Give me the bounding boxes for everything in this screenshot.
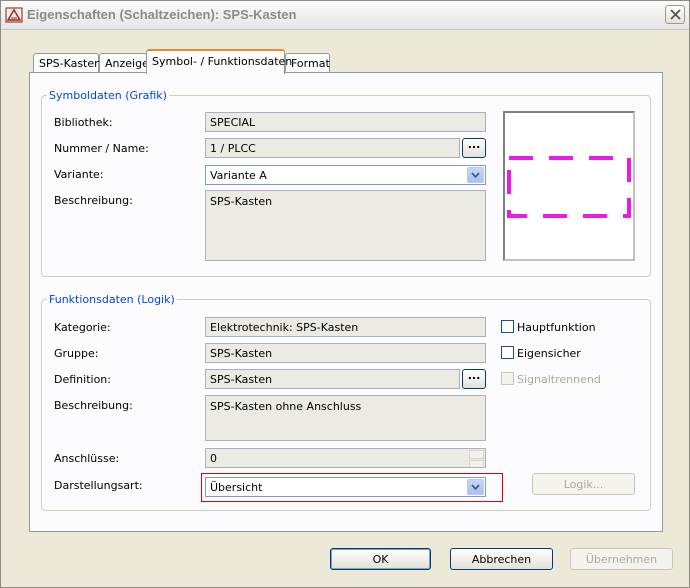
hauptfunktion-checkbox[interactable] xyxy=(501,320,514,333)
symbol-beschreibung-label: Beschreibung: xyxy=(54,194,133,207)
close-icon xyxy=(669,9,681,20)
anschluesse-stepper: 0 xyxy=(205,448,486,468)
window-title: Eigenschaften (Schaltzeichen): SPS-Kaste… xyxy=(27,7,297,22)
tab-symbol-funktionsdaten[interactable]: Symbol- / Funktionsdaten xyxy=(146,49,292,74)
title-bar: Eigenschaften (Schaltzeichen): SPS-Kaste… xyxy=(1,1,689,30)
close-button[interactable] xyxy=(665,5,685,24)
nummer-name-field: 1 / PLCC xyxy=(205,138,460,158)
properties-dialog: Eigenschaften (Schaltzeichen): SPS-Kaste… xyxy=(0,0,690,588)
signaltrennend-label: Signaltrennend xyxy=(517,373,601,386)
eigensicher-label: Eigensicher xyxy=(517,347,581,360)
bibliothek-label: Bibliothek: xyxy=(54,116,113,129)
symbol-beschreibung-field: SPS-Kasten xyxy=(205,190,486,261)
kategorie-field: Elektrotechnik: SPS-Kasten xyxy=(205,317,486,337)
tab-anzeige[interactable]: Anzeige xyxy=(99,53,149,72)
anschluesse-label: Anschlüsse: xyxy=(54,452,120,465)
abbrechen-button[interactable]: Abbrechen xyxy=(450,548,553,570)
variante-dropdown-arrow[interactable] xyxy=(467,167,484,183)
nummer-browse-button[interactable]: ... xyxy=(462,138,486,158)
ok-button[interactable]: OK xyxy=(330,548,431,570)
tab-sps-kasten[interactable]: SPS-Kasten xyxy=(33,53,101,72)
logik-button[interactable]: Logik... xyxy=(532,473,635,495)
definition-field: SPS-Kasten xyxy=(205,369,460,389)
funktion-beschreibung-label: Beschreibung: xyxy=(54,399,133,412)
chevron-down-icon xyxy=(471,172,480,179)
bibliothek-field: SPECIAL xyxy=(205,112,486,132)
definition-browse-button[interactable]: ... xyxy=(462,369,486,389)
hauptfunktion-label: Hauptfunktion xyxy=(517,321,596,334)
spin-down-icon xyxy=(469,460,484,467)
variante-value: Variante A xyxy=(210,169,267,182)
gruppe-label: Gruppe: xyxy=(54,347,99,360)
funktionsdaten-title: Funktionsdaten (Logik) xyxy=(49,293,175,306)
variante-label: Variante: xyxy=(54,168,104,181)
eigensicher-checkbox[interactable] xyxy=(501,346,514,359)
gruppe-field: SPS-Kasten xyxy=(205,343,486,363)
spin-up-icon xyxy=(469,450,484,459)
definition-label: Definition: xyxy=(54,373,111,386)
darstellungsart-label: Darstellungsart: xyxy=(54,479,143,492)
darstellungsart-highlight xyxy=(201,473,503,502)
nummer-name-label: Nummer / Name: xyxy=(54,142,149,155)
anschluesse-spin xyxy=(469,450,484,467)
signaltrennend-checkbox[interactable] xyxy=(501,372,514,385)
symboldaten-title: Symboldaten (Grafik) xyxy=(49,89,167,102)
symbol-preview xyxy=(503,111,635,261)
funktion-beschreibung-field: SPS-Kasten ohne Anschluss xyxy=(205,395,486,441)
anschluesse-value: 0 xyxy=(210,452,217,465)
app-icon xyxy=(5,7,23,23)
sps-kasten-symbol xyxy=(507,156,631,218)
uebernehmen-button[interactable]: Übernehmen xyxy=(570,548,673,570)
kategorie-label: Kategorie: xyxy=(54,321,111,334)
variante-dropdown[interactable]: Variante A xyxy=(205,165,486,185)
